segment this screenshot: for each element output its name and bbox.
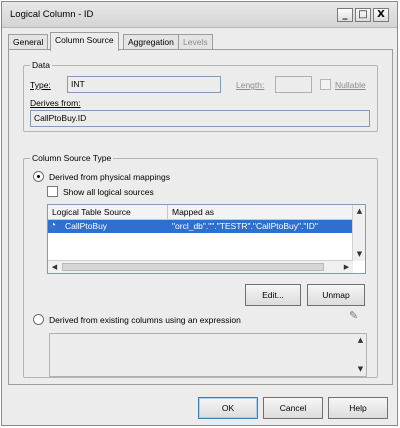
physical-mappings-label: Derived from physical mappings xyxy=(49,172,170,182)
nullable-label: Nullable xyxy=(335,80,366,90)
tab-levels[interactable]: Levels xyxy=(178,34,213,50)
source-table-icon: ◔ xyxy=(50,220,57,231)
horizontal-scroll-thumb[interactable] xyxy=(62,263,324,271)
scroll-right-icon[interactable]: ▶ xyxy=(340,261,353,274)
expression-label: Derived from existing columns using an e… xyxy=(49,315,241,325)
cancel-button[interactable]: Cancel xyxy=(263,397,323,419)
expression-scroll-down-icon[interactable]: ▼ xyxy=(354,363,367,376)
close-button[interactable]: X xyxy=(373,8,389,22)
show-all-logical-sources-checkbox[interactable] xyxy=(47,186,58,197)
row-mapped-cell: "orcl_db".""."TESTR"."CallPtoBuy"."ID" xyxy=(172,221,318,231)
expression-scroll-up-icon[interactable]: ▲ xyxy=(354,334,367,347)
physical-mappings-radio[interactable] xyxy=(33,171,44,182)
ok-button[interactable]: OK xyxy=(198,397,258,419)
type-field: INT xyxy=(67,76,221,93)
unmap-button[interactable]: Unmap xyxy=(307,284,365,306)
nullable-checkbox[interactable] xyxy=(320,79,331,90)
title-bar[interactable]: Logical Column - ID _ □ X xyxy=(2,2,397,28)
tab-panel-column-source: Data Type: INT Length: Nullable Derives … xyxy=(8,49,393,385)
scroll-up-icon[interactable]: ▲ xyxy=(353,205,366,218)
expression-builder-icon[interactable]: ✎ xyxy=(349,309,358,322)
tab-general[interactable]: General xyxy=(8,34,49,50)
mappings-table[interactable]: Logical Table Source Mapped as ◔ CallPto… xyxy=(47,204,366,274)
scroll-left-icon[interactable]: ◀ xyxy=(48,261,61,274)
tab-column-source[interactable]: Column Source xyxy=(50,32,119,51)
help-button[interactable]: Help xyxy=(328,397,388,419)
dialog-window: Logical Column - ID _ □ X General Column… xyxy=(1,1,398,426)
column-source-type-legend: Column Source Type xyxy=(30,153,114,163)
data-group-legend: Data xyxy=(30,60,52,70)
horizontal-scrollbar[interactable]: ◀ ▶ xyxy=(48,260,353,273)
expression-textarea[interactable] xyxy=(49,333,367,377)
derives-from-field: CallPtoBuy.ID xyxy=(30,110,370,127)
derives-from-label: Derives from: xyxy=(30,98,81,108)
type-label: Type: xyxy=(30,80,51,90)
length-label: Length: xyxy=(236,80,265,90)
dialog-footer: OK Cancel Help xyxy=(2,391,397,425)
row-source-cell: CallPtoBuy xyxy=(65,221,108,231)
table-row[interactable]: ◔ CallPtoBuy "orcl_db".""."TESTR"."CallP… xyxy=(48,220,353,233)
edit-button[interactable]: Edit... xyxy=(245,284,301,306)
column-header-logical-table-source[interactable]: Logical Table Source xyxy=(48,205,168,220)
scroll-down-icon[interactable]: ▼ xyxy=(353,248,366,261)
length-field[interactable] xyxy=(275,76,312,93)
maximize-button[interactable]: □ xyxy=(355,8,371,22)
minimize-button[interactable]: _ xyxy=(337,8,353,22)
show-all-logical-sources-label: Show all logical sources xyxy=(63,187,154,197)
tab-aggregation[interactable]: Aggregation xyxy=(123,34,179,50)
radio-selected-dot xyxy=(37,175,40,178)
column-header-mapped-as[interactable]: Mapped as xyxy=(168,205,353,220)
window-title: Logical Column - ID xyxy=(10,9,94,20)
vertical-scrollbar[interactable]: ▲ ▼ xyxy=(352,205,365,261)
expression-radio[interactable] xyxy=(33,314,44,325)
